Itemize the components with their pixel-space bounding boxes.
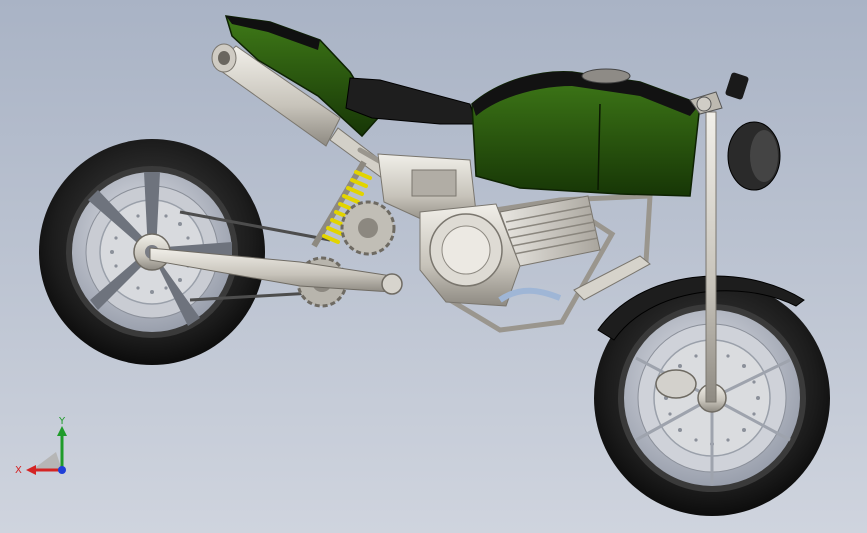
graphics-viewport[interactable]: Y X	[0, 0, 867, 533]
motorcycle-model[interactable]	[0, 0, 867, 533]
x-axis-label: X	[15, 465, 22, 476]
x-axis-head	[26, 465, 36, 475]
front-sprocket	[340, 200, 396, 256]
fuel-tank[interactable]	[471, 68, 701, 197]
front-fork[interactable]	[705, 111, 717, 403]
axis-triad: Y X	[15, 416, 67, 476]
y-axis-head	[57, 426, 67, 436]
y-axis-label: Y	[58, 416, 66, 427]
triad-plane	[32, 452, 62, 470]
brake-caliper	[655, 369, 697, 399]
handlebar[interactable]	[689, 72, 749, 115]
z-axis-dot	[58, 466, 66, 474]
headlight[interactable]	[727, 121, 781, 191]
